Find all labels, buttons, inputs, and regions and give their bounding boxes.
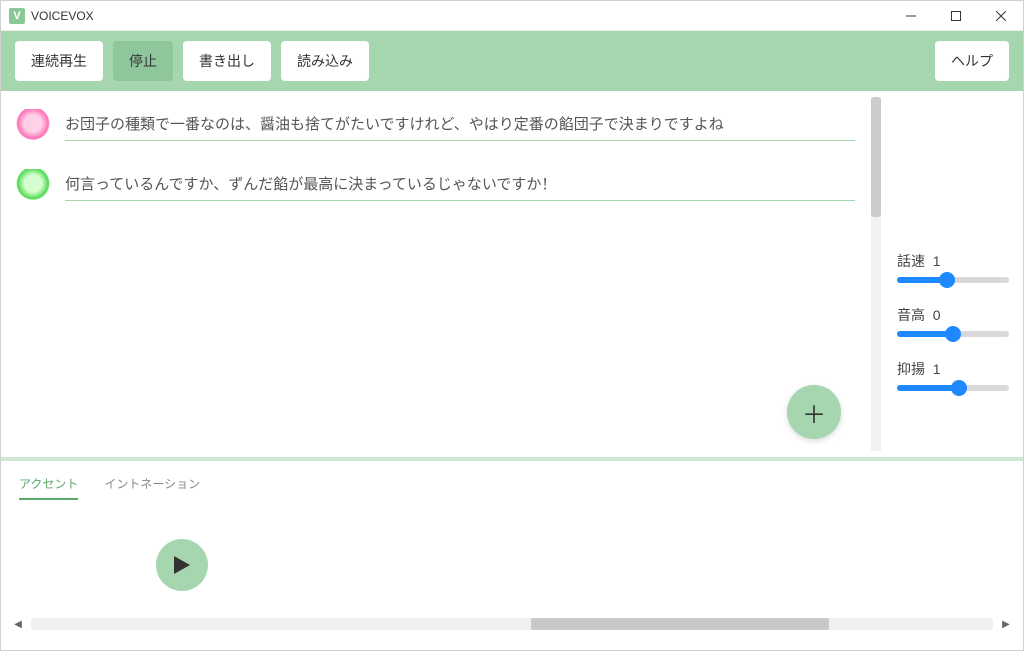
accent-panel: アクセント イントネーション テガタイデスケレド、ヤハリテエバン ◀ ▶ (1, 461, 1023, 646)
toolbar: 連続再生 停止 書き出し 読み込み ヘルプ (1, 31, 1023, 91)
stop-button[interactable]: 停止 (113, 41, 173, 81)
chevron-left-icon[interactable]: ◀ (11, 617, 25, 631)
tab-intonation[interactable]: イントネーション (104, 475, 200, 500)
param-label: 抑揚 1 (897, 359, 1009, 379)
tab-accent[interactable]: アクセント (19, 475, 78, 500)
close-icon (996, 11, 1006, 21)
export-button[interactable]: 書き出し (183, 41, 271, 81)
app-icon: V (9, 8, 25, 24)
maximize-button[interactable] (933, 1, 978, 31)
minimize-button[interactable] (888, 1, 933, 31)
titlebar: V VOICEVOX (1, 1, 1023, 31)
param-intonation: 抑揚 1 (897, 359, 1009, 391)
accent-scrollbar[interactable]: ◀ ▶ (1, 616, 1023, 638)
pitch-slider[interactable] (897, 331, 1009, 337)
avatar[interactable] (15, 109, 51, 145)
play-all-button[interactable]: 連続再生 (15, 41, 103, 81)
param-speed: 話速 1 (897, 251, 1009, 283)
main-area: お団子の種類で一番なのは、醤油も捨てがたいですけれど、やはり定番の餡団子で決まり… (1, 91, 1023, 461)
param-pitch: 音高 0 (897, 305, 1009, 337)
help-button[interactable]: ヘルプ (935, 41, 1009, 81)
list-item[interactable]: お団子の種類で一番なのは、醤油も捨てがたいですけれど、やはり定番の餡団子で決まり… (15, 109, 855, 145)
minimize-icon (906, 11, 916, 21)
plus-icon: ＋ (802, 395, 826, 430)
close-button[interactable] (978, 1, 1023, 31)
param-label: 音高 0 (897, 305, 1009, 325)
lines-panel: お団子の種類で一番なのは、醤油も捨てがたいですけれど、やはり定番の餡団子で決まり… (1, 91, 869, 457)
chevron-right-icon[interactable]: ▶ (999, 617, 1013, 631)
param-label: 話速 1 (897, 251, 1009, 271)
accent-area[interactable]: テガタイデスケレド、ヤハリテエバン (211, 461, 1023, 475)
accent-tabs: アクセント イントネーション (1, 461, 211, 500)
intonation-slider[interactable] (897, 385, 1009, 391)
line-text[interactable]: 何言っているんですか、ずんだ餡が最高に決まっているじゃないですか！ (65, 173, 855, 201)
line-text[interactable]: お団子の種類で一番なのは、醤油も捨てがたいですけれど、やはり定番の餡団子で決まり… (65, 113, 855, 141)
parameters-panel: 話速 1 音高 0 抑揚 1 (883, 91, 1023, 457)
play-icon (174, 556, 190, 574)
avatar[interactable] (15, 169, 51, 205)
play-button[interactable] (156, 539, 208, 591)
speed-slider[interactable] (897, 277, 1009, 283)
scrollbar-thumb[interactable] (871, 97, 881, 217)
list-item[interactable]: 何言っているんですか、ずんだ餡が最高に決まっているじゃないですか！ (15, 169, 855, 205)
import-button[interactable]: 読み込み (281, 41, 369, 81)
add-line-button[interactable]: ＋ (787, 385, 841, 439)
window-title: VOICEVOX (31, 9, 888, 23)
scrollbar-thumb[interactable] (531, 618, 829, 630)
maximize-icon (951, 11, 961, 21)
lines-scrollbar[interactable] (871, 97, 881, 451)
